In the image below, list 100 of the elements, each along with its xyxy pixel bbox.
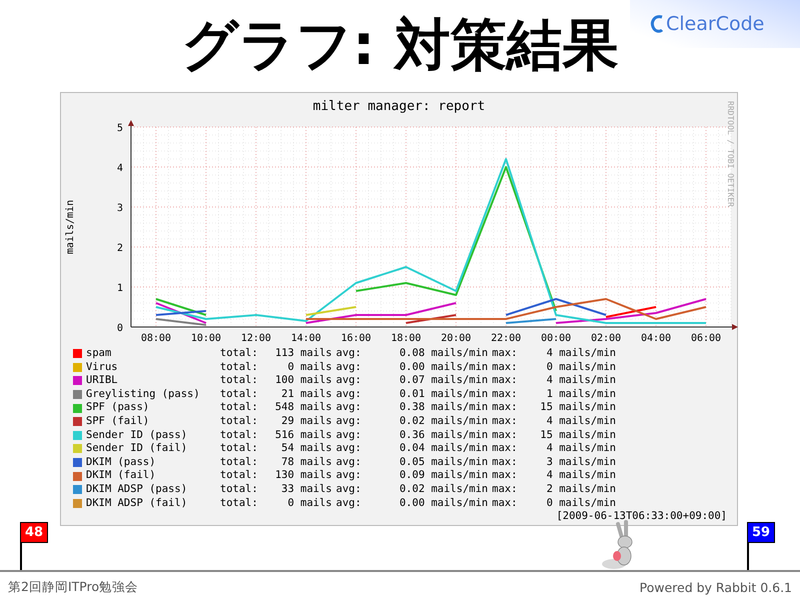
total-label: total: (220, 496, 259, 510)
total-value: 0 mails (286, 360, 332, 374)
avg-value: 0.07 mails/min (398, 374, 488, 388)
page-flag: 59 (747, 522, 776, 543)
avg-value: 0.08 mails/min (398, 347, 488, 361)
max-label: max: (492, 496, 518, 510)
legend-label: Sender ID (fail) (86, 442, 188, 456)
legend-label: SPF (pass) (86, 401, 150, 415)
max-label: max: (492, 347, 518, 361)
max-label: max: (492, 482, 518, 497)
total-label: total: (220, 456, 259, 470)
avg-label: avg: (336, 482, 362, 497)
total-value: 548 mails (274, 401, 332, 415)
x-tick-label: 04:00 (640, 333, 672, 344)
max-label: max: (492, 388, 518, 402)
avg-label: avg: (336, 374, 362, 388)
total-value: 29 mails (280, 414, 332, 429)
y-tick-label: 4 (116, 163, 123, 174)
total-label: total: (220, 374, 259, 388)
x-tick-label: 06:00 (690, 333, 722, 344)
page-flag: 48 (20, 522, 48, 543)
legend-label: DKIM (pass) (86, 456, 157, 470)
total-value: 516 mails (274, 428, 332, 442)
x-tick-label: 02:00 (590, 333, 622, 344)
total-value: 33 mails (280, 482, 332, 497)
x-tick-label: 18:00 (390, 333, 422, 344)
avg-label: avg: (336, 360, 362, 374)
avg-value: 0.00 mails/min (398, 496, 488, 510)
total-label: total: (220, 347, 259, 361)
avg-label: avg: (336, 496, 362, 510)
total-label: total: (220, 428, 259, 442)
legend-label: DKIM ADSP (pass) (86, 482, 188, 497)
avg-value: 0.38 mails/min (398, 401, 488, 415)
chart-title: milter manager: report (312, 99, 486, 114)
total-value: 21 mails (280, 388, 332, 402)
total-value: 54 mails (280, 442, 332, 456)
x-tick-label: 16:00 (340, 333, 372, 344)
max-label: max: (492, 456, 518, 470)
logo-text: ClearCode (666, 13, 764, 35)
x-tick-label: 12:00 (240, 333, 272, 344)
avg-value: 0.01 mails/min (398, 388, 488, 402)
total-label: total: (220, 388, 259, 402)
legend-label: Greylisting (pass) (86, 388, 201, 402)
avg-value: 0.02 mails/min (398, 482, 488, 497)
max-label: max: (492, 414, 518, 429)
max-value: 4 mails/min (545, 469, 616, 483)
y-tick-label: 3 (116, 203, 123, 214)
total-label: total: (220, 401, 259, 415)
legend-label: DKIM ADSP (fail) (86, 496, 188, 510)
max-value: 15 mails/min (539, 401, 616, 415)
y-tick-label: 5 (116, 123, 123, 134)
avg-label: avg: (336, 469, 362, 483)
x-tick-label: 08:00 (140, 333, 172, 344)
max-value: 4 mails/min (545, 347, 616, 361)
total-value: 0 mails (286, 496, 332, 510)
avg-label: avg: (336, 388, 362, 402)
legend-label: spam (86, 347, 112, 361)
total-label: total: (220, 469, 259, 483)
max-value: 3 mails/min (545, 456, 616, 470)
max-label: max: (492, 401, 518, 415)
max-label: max: (492, 374, 518, 388)
legend-label: DKIM (fail) (86, 469, 157, 483)
avg-value: 0.04 mails/min (398, 442, 488, 456)
total-value: 78 mails (280, 456, 332, 470)
total-value: 130 mails (274, 469, 332, 483)
avg-value: 0.09 mails/min (398, 469, 488, 483)
x-tick-label: 20:00 (440, 333, 472, 344)
y-tick-label: 0 (116, 323, 123, 334)
legend-label: URIBL (86, 374, 119, 388)
slide-title: グラフ: 対策結果 (182, 12, 618, 80)
avg-value: 0.02 mails/min (398, 414, 488, 429)
max-value: 4 mails/min (545, 442, 616, 456)
max-label: max: (492, 469, 518, 483)
max-value: 4 mails/min (545, 374, 616, 388)
avg-label: avg: (336, 442, 362, 456)
timestamp: [2009-06-13T06:33:00+09:00] (556, 510, 727, 522)
max-value: 0 mails/min (545, 496, 616, 510)
avg-label: avg: (336, 428, 362, 442)
total-label: total: (220, 360, 259, 374)
avg-value: 0.36 mails/min (398, 428, 488, 442)
max-value: 1 mails/min (545, 388, 616, 402)
total-value: 113 mails (274, 347, 332, 361)
x-tick-label: 00:00 (540, 333, 572, 344)
total-label: total: (220, 442, 259, 456)
max-value: 4 mails/min (545, 414, 616, 429)
y-axis-label: mails/min (65, 200, 76, 254)
avg-label: avg: (336, 401, 362, 415)
footer-credit: Powered by Rabbit 0.6.1 (639, 580, 792, 594)
legend-label: Virus (86, 360, 119, 374)
x-tick-label: 10:00 (190, 333, 222, 344)
legend-label: Sender ID (pass) (86, 428, 188, 442)
total-label: total: (220, 482, 259, 497)
avg-label: avg: (336, 347, 362, 361)
max-label: max: (492, 360, 518, 374)
side-credit: RRDTOOL / TOBI OETIKER (726, 101, 735, 207)
max-label: max: (492, 428, 518, 442)
total-value: 100 mails (274, 374, 332, 388)
y-tick-label: 2 (116, 243, 123, 254)
avg-label: avg: (336, 414, 362, 429)
max-label: max: (492, 442, 518, 456)
